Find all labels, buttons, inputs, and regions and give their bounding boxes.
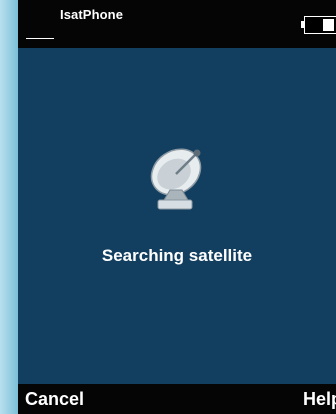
battery-body xyxy=(304,16,336,34)
help-button[interactable]: Help xyxy=(303,389,336,410)
dish-feed-horn xyxy=(193,149,201,157)
dish-base xyxy=(157,199,193,210)
softkey-bar: Cancel Help xyxy=(18,384,336,414)
satellite-dish-icon xyxy=(150,148,202,210)
phone-screen: IsatPhone Searching satellite Cancel Hel… xyxy=(18,0,336,414)
status-bar: IsatPhone xyxy=(18,0,336,48)
device-frame xyxy=(0,0,18,414)
battery-icon xyxy=(301,16,336,34)
signal-indicator xyxy=(26,38,54,39)
search-status-text: Searching satellite xyxy=(101,246,253,265)
cancel-button[interactable]: Cancel xyxy=(25,389,84,410)
battery-level xyxy=(323,19,334,31)
network-name: IsatPhone xyxy=(60,7,124,22)
